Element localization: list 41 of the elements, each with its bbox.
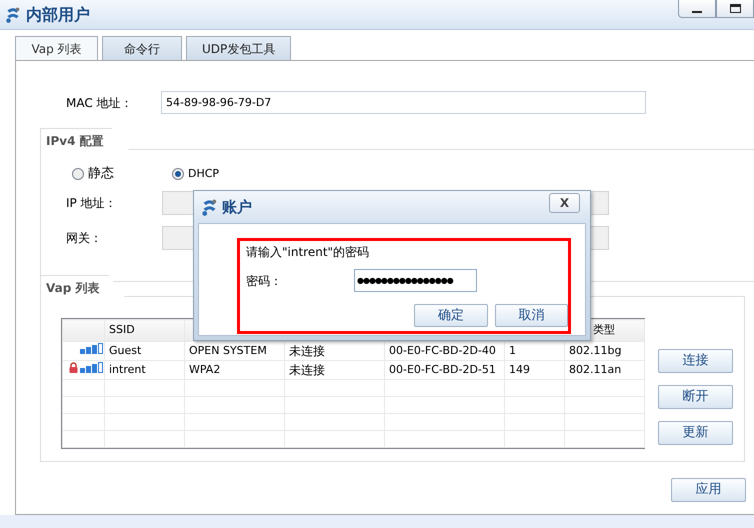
minimize-icon (692, 10, 702, 12)
tab[interactable]: UDP发包工具 (186, 36, 292, 60)
action-button[interactable]: 断开 (658, 385, 733, 409)
radio-button[interactable] (72, 168, 84, 180)
radio-button[interactable] (172, 168, 184, 180)
table-cell: WPA2 (184, 360, 284, 380)
signal-icon (80, 362, 103, 373)
dialog-title: 账户 (222, 196, 252, 218)
column-header: SSID (104, 320, 184, 342)
group-title: Vap 列表 (40, 275, 126, 298)
dialog-button[interactable]: 取消 (494, 304, 568, 327)
mac-field[interactable]: 54-89-98-96-79-D7 (161, 91, 646, 114)
signal-icon (80, 342, 103, 354)
radio-label: 静态 (88, 165, 114, 184)
app-logo-icon (200, 198, 219, 216)
action-button[interactable]: 更新 (658, 421, 733, 445)
prompt-text: 请输入"intrent"的密码 (246, 244, 370, 261)
action-button[interactable]: 连接 (658, 349, 733, 373)
close-button[interactable]: X (549, 193, 580, 213)
radio-label: DHCP (188, 166, 220, 182)
table-cell: 149 (504, 360, 564, 380)
apply-button[interactable]: 应用 (671, 478, 746, 502)
table-cell: 00-E0-FC-BD-2D-51 (384, 360, 504, 380)
maximize-icon (730, 4, 740, 13)
field-label: MAC 地址： (66, 94, 134, 112)
tab[interactable]: 命令行 (102, 36, 182, 60)
window-title: 内部用户 (26, 4, 90, 26)
field-label: 密码： (246, 272, 283, 290)
table-cell: 802.11an (564, 360, 644, 380)
field-label: IP 地址： (66, 195, 118, 212)
field-label: 网关： (66, 230, 103, 247)
tab[interactable]: Vap 列表 (15, 36, 98, 60)
group-title: IPv4 配置 (40, 128, 130, 151)
minimize-button[interactable] (678, 0, 716, 18)
password-field[interactable]: ●●●●●●●●●●●●●●●● (354, 269, 477, 292)
table-cell: Guest (104, 342, 184, 360)
table-cell: intrent (104, 360, 184, 380)
maximize-button[interactable] (716, 0, 754, 18)
dialog-button[interactable]: 确定 (414, 304, 488, 327)
table-cell: 未连接 (284, 360, 384, 380)
app-logo-icon (4, 6, 22, 24)
